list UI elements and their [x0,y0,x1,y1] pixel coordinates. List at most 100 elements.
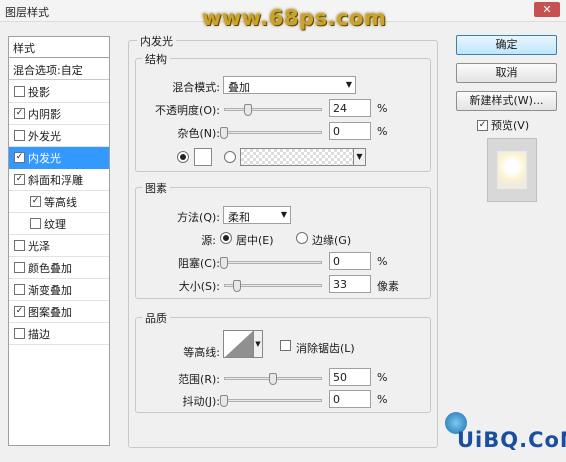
preview-label: 预览(V) [491,119,530,132]
style-item-checkbox[interactable]: ✓ [14,152,25,163]
new-style-button[interactable]: 新建样式(W)... [456,91,557,111]
style-item-checkbox[interactable] [14,130,25,141]
style-item-label: 颜色叠加 [28,261,72,275]
choke-slider-track[interactable] [224,261,322,264]
style-item[interactable]: 描边 [9,323,109,345]
blend-mode-label: 混合模式: [172,81,220,94]
contour-label: 等高线: [183,346,220,359]
style-item-checkbox[interactable]: ✓ [30,196,41,207]
noise-slider-track[interactable] [224,131,322,134]
structure-title: 结构 [142,51,170,67]
noise-input[interactable]: 0 [329,122,371,140]
size-unit: 像素 [377,280,399,293]
choke-input[interactable]: 0 [329,252,371,270]
choke-label: 阻塞(C): [178,257,220,270]
site-watermark: www.68ps.com [202,6,387,30]
style-item[interactable]: ✓ 内阴影 [9,103,109,125]
window-title: 图层样式 [5,6,49,19]
blend-mode-select[interactable]: 叠加 ▼ [223,76,356,94]
close-button[interactable]: ✕ [534,2,560,17]
opacity-slider-thumb[interactable] [243,104,252,116]
jitter-input[interactable]: 0 [329,390,371,408]
gradient-picker[interactable]: ▼ [240,148,366,166]
noise-slider-thumb[interactable] [220,127,228,139]
quality-title: 品质 [142,310,170,326]
size-slider-thumb[interactable] [233,280,242,292]
source-center-radio[interactable] [220,232,232,244]
quality-group: 品质 等高线: ▼ 消除锯齿(L) 范围(R): 50 % 抖动(J): 0 % [135,310,431,413]
method-select[interactable]: 柔和 ▼ [223,206,291,224]
style-item-checkbox[interactable] [14,328,25,339]
cancel-button[interactable]: 取消 [456,63,557,83]
antialias-checkbox[interactable] [280,340,291,351]
style-item-label: 等高线 [44,195,77,209]
blend-mode-value: 叠加 [228,81,250,94]
glow-color-swatch[interactable] [194,148,212,166]
title-bar: 图层样式 www.68ps.com ✕ [0,0,566,30]
chevron-down-icon: ▼ [253,331,262,357]
style-item-checkbox[interactable]: ✓ [14,306,25,317]
opacity-slider-track[interactable] [224,108,322,111]
style-item[interactable]: 外发光 [9,125,109,147]
choke-unit: % [377,255,388,268]
jitter-unit: % [377,393,388,406]
chevron-down-icon: ▼ [345,80,352,89]
gradient-radio[interactable] [224,151,236,163]
contour-picker[interactable]: ▼ [223,330,263,358]
style-item-checkbox[interactable] [14,86,25,97]
noise-unit: % [377,125,388,138]
style-list: 样式 混合选项:自定 投影 ✓ 内阴影 外发光 ✓ 内发光 ✓ 斜面和浮雕 ✓ 等高线 纹理 光泽 颜色… [8,36,110,446]
style-item-checkbox[interactable]: ✓ [14,108,25,119]
blend-options-item[interactable]: 混合选项:自定 [9,58,109,80]
style-item[interactable]: ✓ 内发光 [9,147,109,169]
style-item-label: 光泽 [28,239,50,253]
range-input[interactable]: 50 [329,368,371,386]
jitter-label: 抖动(J): [182,395,220,408]
jitter-slider-track[interactable] [224,399,322,402]
style-item-checkbox[interactable] [14,262,25,273]
style-item[interactable]: ✓ 图案叠加 [9,301,109,323]
solid-color-radio[interactable] [177,151,189,163]
choke-slider-thumb[interactable] [220,257,228,269]
style-item-label: 渐变叠加 [28,283,72,297]
style-list-header[interactable]: 样式 [9,37,109,58]
style-item-checkbox[interactable] [14,240,25,251]
range-slider-thumb[interactable] [269,373,277,385]
preview-checkbox[interactable]: ✓ [477,119,488,131]
style-item[interactable]: ✓ 等高线 [9,191,109,213]
source-center-label: 居中(E) [236,234,274,247]
style-item-checkbox[interactable] [14,284,25,295]
opacity-label: 不透明度(O): [155,104,220,117]
style-item[interactable]: 渐变叠加 [9,279,109,301]
style-item-checkbox[interactable]: ✓ [14,174,25,185]
chevron-down-icon: ▼ [280,210,287,219]
style-item-checkbox[interactable] [30,218,41,229]
contour-curve-icon [225,331,253,357]
style-item-label: 斜面和浮雕 [28,173,83,187]
size-label: 大小(S): [178,280,220,293]
source-edge-label: 边缘(G) [312,234,352,247]
uibq-logo-text: UiBQ.CoM [457,428,566,452]
jitter-slider-thumb[interactable] [220,395,228,407]
preview-toggle[interactable]: ✓ 预览(V) [477,117,529,133]
preview-swatch [497,151,527,189]
style-item-label: 外发光 [28,129,61,143]
style-item-label: 纹理 [44,217,66,231]
opacity-input[interactable]: 24 [329,99,371,117]
style-item[interactable]: 纹理 [9,213,109,235]
structure-group: 结构 混合模式: 叠加 ▼ 不透明度(O): 24 % 杂色(N): 0 % ▼ [135,51,431,172]
footer-watermark: UiBQ.CoM [445,412,566,460]
elements-title: 图素 [142,180,170,196]
style-item[interactable]: 投影 [9,81,109,103]
size-input[interactable]: 33 [329,275,371,293]
style-item[interactable]: ✓ 斜面和浮雕 [9,169,109,191]
noise-label: 杂色(N): [177,127,220,140]
range-unit: % [377,371,388,384]
antialias-label: 消除锯齿(L) [296,342,355,355]
style-item[interactable]: 光泽 [9,235,109,257]
source-edge-radio[interactable] [296,232,308,244]
ok-button[interactable]: 确定 [456,35,557,55]
style-item[interactable]: 颜色叠加 [9,257,109,279]
inner-glow-panel: 内发光 结构 混合模式: 叠加 ▼ 不透明度(O): 24 % 杂色(N): 0… [128,33,438,448]
style-item-label: 内发光 [28,151,61,165]
